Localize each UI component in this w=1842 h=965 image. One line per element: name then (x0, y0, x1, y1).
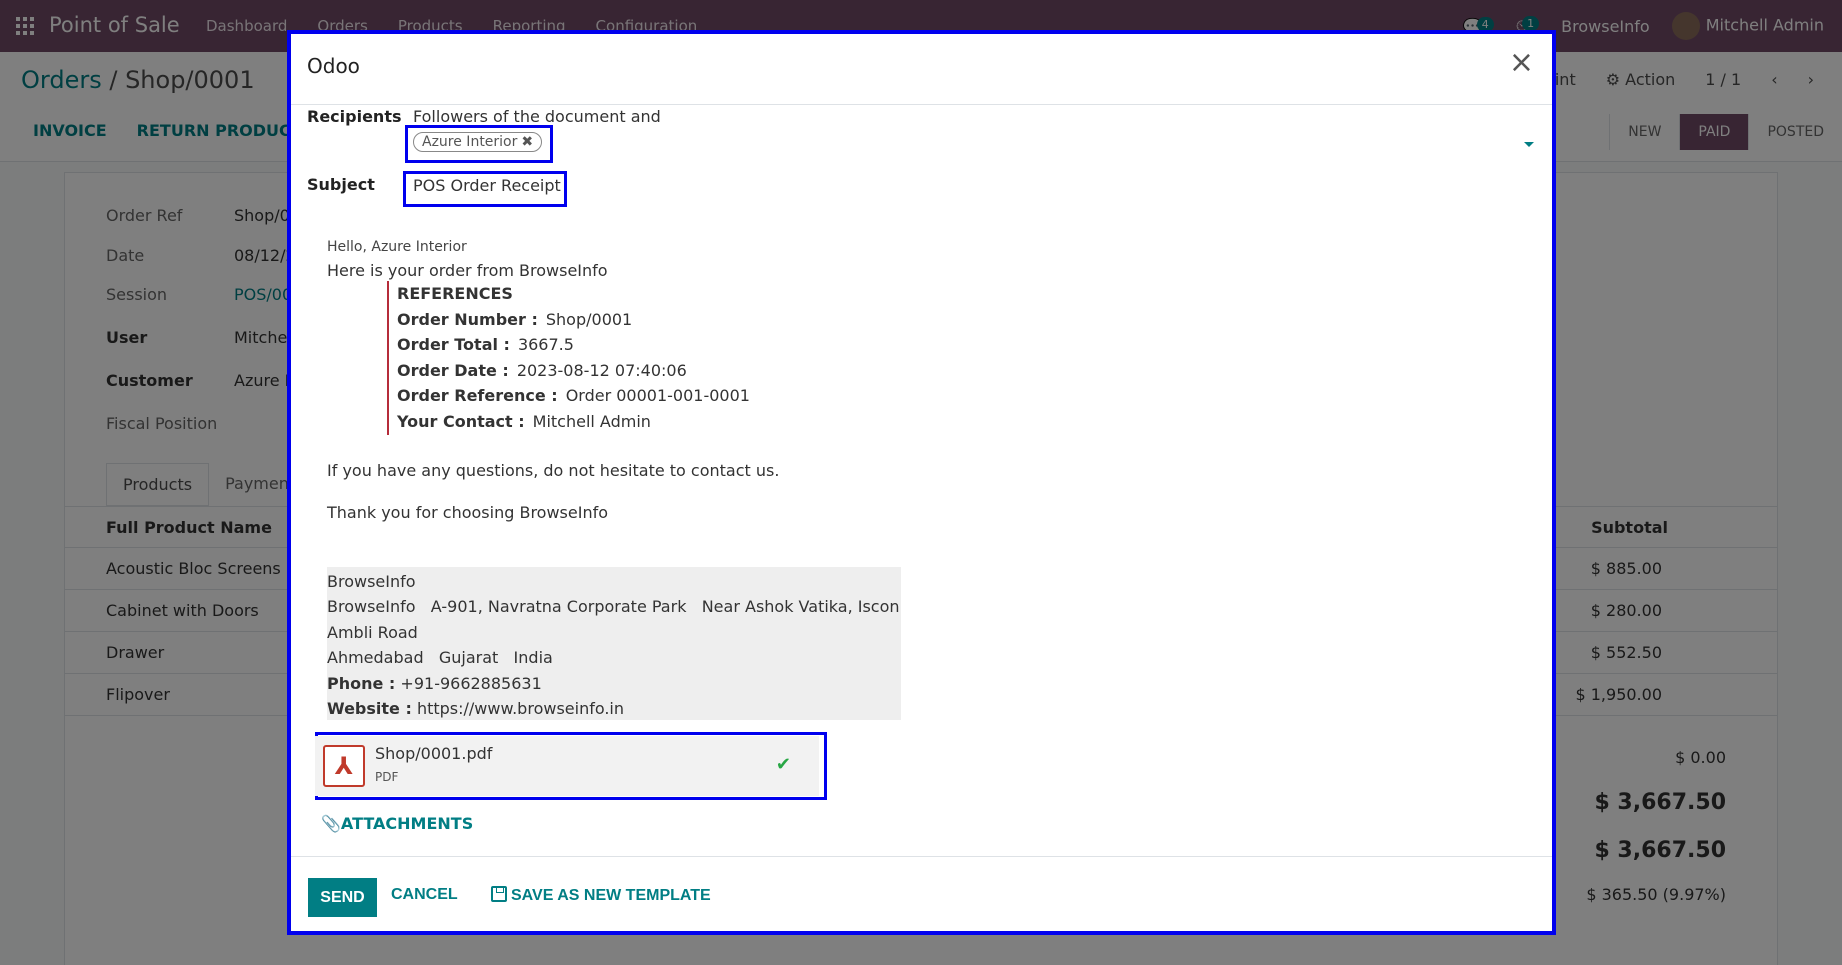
reference-row: Order Date :2023-08-12 07:40:06 (397, 360, 687, 380)
greeting: Hello, Azure Interior (327, 239, 467, 255)
subject-label: Subject (307, 175, 375, 194)
save-as-template-label: SAVE AS NEW TEMPLATE (511, 887, 711, 904)
close-icon[interactable]: × (1509, 48, 1534, 78)
attachment-card[interactable]: ⅄ Shop/0001.pdf PDF ✔ (315, 736, 819, 796)
recipients-label: Recipients (307, 107, 402, 126)
questions-text: If you have any questions, do not hesita… (327, 461, 780, 480)
footer-website: Website : https://www.browseinfo.in (327, 699, 625, 719)
footer-address-1: BrowseInfo A-901, Navratna Corporate Par… (327, 597, 900, 617)
email-body-editor[interactable]: Hello, Azure Interior Here is your order… (327, 239, 1527, 720)
footer-phone: Phone : +91-9662885631 (327, 673, 542, 693)
reference-row: Order Total :3667.5 (397, 335, 574, 355)
thanks-text: Thank you for choosing BrowseInfo (327, 503, 608, 522)
save-icon (491, 886, 507, 902)
attachments-button[interactable]: 📎ATTACHMENTS (321, 814, 473, 833)
remove-tag-icon[interactable]: ✖ (521, 134, 533, 150)
references-block: REFERENCES Order Number : Shop/0001 Order… (387, 281, 750, 435)
dialog-title: Odoo (307, 54, 360, 78)
attachment-type: PDF (375, 770, 399, 784)
recipient-tag-label: Azure Interior (422, 134, 518, 150)
paperclip-icon: 📎 (321, 814, 341, 833)
footer-address-3: Ahmedabad Gujarat India (327, 648, 553, 668)
save-as-template-button[interactable]: SAVE AS NEW TEMPLATE (491, 886, 711, 905)
subject-input[interactable]: POS Order Receipt (413, 176, 561, 195)
reference-row: Order Number : Shop/0001 (397, 309, 633, 329)
reference-row: Your Contact : Mitchell Admin (397, 411, 651, 431)
pdf-icon: ⅄ (323, 745, 365, 787)
dialog-header: Odoo × (291, 34, 1552, 105)
check-icon: ✔ (775, 754, 791, 775)
intro-text: Here is your order from BrowseInfo (327, 261, 608, 280)
attachment-filename: Shop/0001.pdf (375, 744, 493, 763)
footer-company: BrowseInfo (327, 572, 416, 591)
recipients-dropdown-icon[interactable] (1524, 142, 1534, 147)
reference-row: Order Reference : Order 00001-001-0001 (397, 386, 750, 406)
dialog-footer: SEND CANCEL SAVE AS NEW TEMPLATE (291, 856, 1552, 936)
send-button[interactable]: SEND (308, 878, 377, 917)
recipient-tag[interactable]: Azure Interior ✖ (413, 132, 543, 152)
footer-address-2: Ambli Road (327, 622, 418, 642)
company-footer: BrowseInfo BrowseInfo A-901, Navratna Co… (327, 567, 901, 720)
cancel-button[interactable]: CANCEL (391, 886, 458, 904)
recipients-text: Followers of the document and (413, 107, 661, 126)
mail-composer-dialog: Odoo × Recipients Followers of the docum… (287, 30, 1556, 935)
references-title: REFERENCES (397, 284, 513, 303)
